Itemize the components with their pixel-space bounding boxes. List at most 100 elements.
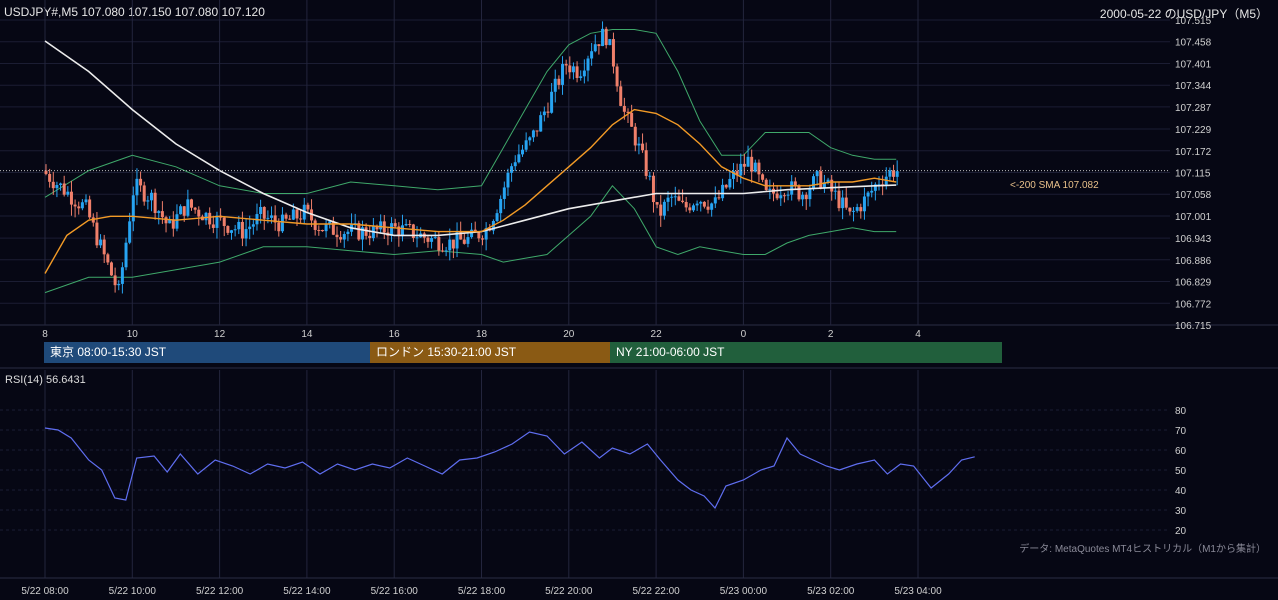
candle-body xyxy=(699,201,703,204)
candle-body xyxy=(513,162,517,167)
candle-body xyxy=(568,65,572,73)
candle-body xyxy=(630,112,634,127)
candle-body xyxy=(510,166,514,173)
candle-body xyxy=(866,192,870,197)
candle-body xyxy=(790,181,794,195)
candle-body xyxy=(550,91,554,113)
candle-body xyxy=(102,239,106,255)
hour-tick-label: 16 xyxy=(389,329,401,340)
candle-body xyxy=(713,197,717,204)
candle-body xyxy=(277,222,281,232)
candle-body xyxy=(266,217,270,219)
candle-body xyxy=(113,275,117,286)
candle-body xyxy=(193,207,197,210)
candle-body xyxy=(368,235,372,239)
candle-body xyxy=(706,206,710,210)
candle-body xyxy=(444,250,448,252)
candle-body xyxy=(339,237,343,240)
time-axis: 5/22 08:00 5/22 10:00 5/22 12:00 5/22 14:00… xyxy=(21,586,942,597)
candle-body xyxy=(659,204,663,216)
candle-body xyxy=(477,232,481,239)
candle-body xyxy=(648,175,652,177)
hour-tick-label: 20 xyxy=(563,329,575,340)
sma-200-line xyxy=(44,40,897,237)
candle-body xyxy=(400,225,404,237)
candle-body xyxy=(819,171,823,189)
hour-tick-label: 22 xyxy=(651,329,663,340)
price-tick-label: 106.772 xyxy=(1175,299,1212,310)
time-tick-label: 5/22 10:00 xyxy=(109,586,157,597)
candle-body xyxy=(393,223,397,227)
candle-body xyxy=(164,217,168,224)
candle-body xyxy=(651,175,655,203)
price-tick-label: 107.287 xyxy=(1175,103,1212,114)
candle-body xyxy=(601,28,605,47)
candle-body xyxy=(684,201,688,208)
candle-body xyxy=(746,156,750,167)
session-london: ロンドン 15:30-21:00 JST xyxy=(370,342,610,363)
candle-body xyxy=(131,195,135,222)
candle-body xyxy=(62,183,66,195)
candle-body xyxy=(179,206,183,215)
candle-body xyxy=(51,181,55,189)
time-tick-label: 5/22 08:00 xyxy=(21,586,69,597)
candle-body xyxy=(117,283,121,286)
candle-body xyxy=(611,39,615,67)
candle-body xyxy=(521,149,525,155)
candle-body xyxy=(408,224,412,226)
candle-body xyxy=(77,206,81,209)
candle-body xyxy=(844,197,848,208)
candle-body xyxy=(542,111,546,116)
candle-body xyxy=(335,234,339,238)
candlesticks xyxy=(44,21,899,294)
price-tick-label: 106.715 xyxy=(1175,321,1212,332)
candle-body xyxy=(404,224,408,226)
candle-body xyxy=(892,170,896,177)
session-tokyo: 東京 08:00-15:30 JST xyxy=(44,342,370,363)
sma-value-label: <-200 SMA 107.082 xyxy=(1010,180,1099,191)
candle-body xyxy=(230,230,234,233)
price-tick-label: 106.943 xyxy=(1175,234,1212,245)
candle-body xyxy=(553,78,557,92)
candle-body xyxy=(106,254,110,263)
candle-body xyxy=(721,184,725,199)
candle-body xyxy=(670,196,674,198)
candle-body xyxy=(433,237,437,239)
candle-body xyxy=(564,64,568,66)
candle-body xyxy=(415,237,419,239)
rsi-tick-label: 50 xyxy=(1175,466,1187,477)
candle-body xyxy=(88,199,92,218)
hour-tick-label: 10 xyxy=(127,329,139,340)
candle-body xyxy=(470,229,474,238)
rsi-tick-label: 20 xyxy=(1175,526,1187,537)
candle-body xyxy=(204,212,208,221)
candle-body xyxy=(135,178,139,196)
candle-body xyxy=(270,215,274,218)
bollinger-bands xyxy=(44,29,897,294)
time-tick-label: 5/22 12:00 xyxy=(196,586,244,597)
chart-window: { "header": { "symbol_ohlc": "USDJPY#,M5… xyxy=(0,0,1278,600)
candle-body xyxy=(495,213,499,222)
hour-tick-label: 2 xyxy=(828,329,834,340)
candle-body xyxy=(190,199,193,208)
candle-body xyxy=(448,239,452,251)
candle-body xyxy=(710,203,714,210)
candle-body xyxy=(757,162,761,175)
candle-body xyxy=(320,229,324,232)
candle-body xyxy=(55,185,59,189)
candle-body xyxy=(531,130,535,138)
time-tick-label: 5/22 16:00 xyxy=(371,586,419,597)
candle-body xyxy=(615,66,619,87)
candle-body xyxy=(862,196,866,212)
candle-body xyxy=(197,209,201,217)
hour-tick-label: 8 xyxy=(42,329,48,340)
candle-body xyxy=(499,198,503,214)
candle-body xyxy=(128,221,132,243)
rsi-tick-label: 30 xyxy=(1175,506,1187,517)
candle-body xyxy=(539,115,543,132)
candle-body xyxy=(426,237,430,242)
candle-body xyxy=(662,201,666,216)
candle-body xyxy=(59,183,63,186)
candle-body xyxy=(695,203,699,206)
candle-body xyxy=(608,39,612,46)
